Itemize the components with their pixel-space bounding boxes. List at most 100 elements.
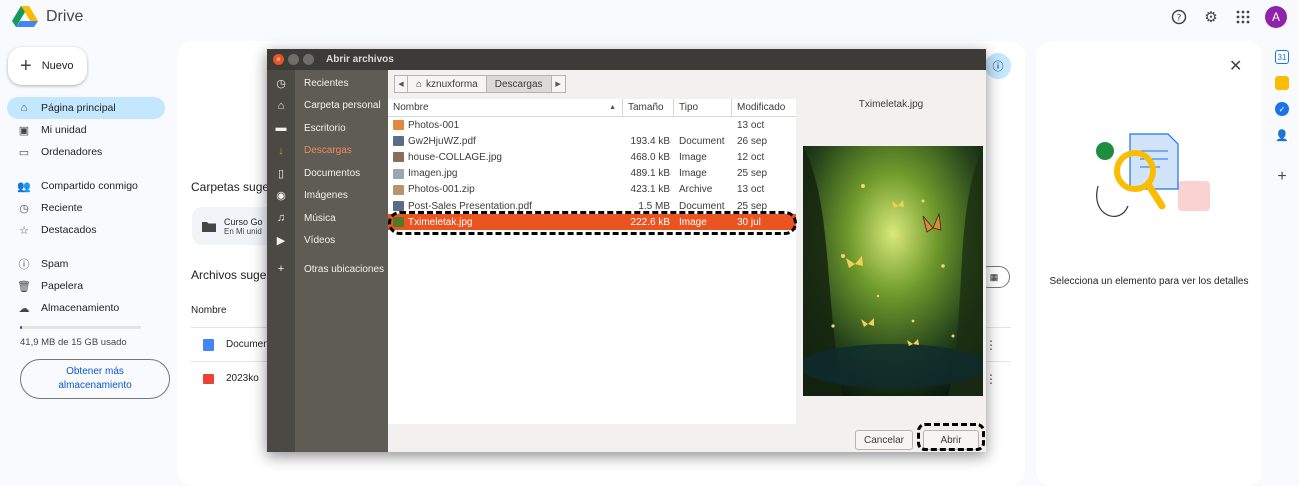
- file-row[interactable]: Gw2HjuWZ.pdf 193.4 kB Document 26 sep: [388, 133, 796, 149]
- sidebar-item-trash[interactable]: 🗑 Papelera: [7, 275, 165, 297]
- sidebar-item-label: Mi unidad: [41, 124, 87, 136]
- help-icon[interactable]: ?: [1169, 7, 1189, 27]
- file-size: 1.5 MB: [638, 200, 670, 212]
- sidebar-item-computers[interactable]: ▭ Ordenadores: [7, 141, 165, 163]
- sidebar-item-recent[interactable]: ◷ Reciente: [7, 197, 165, 219]
- file-name: Imagen.jpg: [408, 168, 458, 180]
- path-button-home[interactable]: ⌂ kznuxforma: [408, 75, 487, 93]
- sidebar-item-home[interactable]: ⌂ Página principal: [7, 97, 165, 119]
- file-type: Image: [679, 168, 707, 180]
- tasks-icon[interactable]: ✓: [1275, 102, 1289, 116]
- place-item[interactable]: ↓ Descargas: [267, 140, 388, 163]
- file-modified: 13 oct: [737, 119, 765, 131]
- image-icon: [393, 168, 404, 179]
- dialog-footer: Cancelar Abrir: [388, 424, 986, 452]
- addons-rail: 31 ✓ 👤 +: [1270, 50, 1294, 185]
- sidebar-item-spam[interactable]: ⓘ Spam: [7, 253, 165, 275]
- file-row[interactable]: Post-Sales Presentation.pdf 1.5 MB Documen…: [388, 198, 796, 214]
- column-header-type[interactable]: Tipo: [674, 99, 732, 116]
- file-row[interactable]: Photos-001.zip 423.1 kB Archive 13 oct: [388, 182, 796, 198]
- calendar-icon[interactable]: 31: [1275, 50, 1289, 64]
- sidebar-item-label: Reciente: [41, 202, 83, 214]
- open-button[interactable]: Abrir: [923, 430, 979, 450]
- place-item[interactable]: ▯ Documentos: [267, 162, 388, 185]
- file-size: 489.1 kB: [630, 168, 670, 180]
- sidebar-item-starred[interactable]: ☆ Destacados: [7, 219, 165, 241]
- new-button[interactable]: + Nuevo: [8, 47, 87, 85]
- suggested-folders-title: Carpetas suge: [191, 180, 270, 194]
- sidebar-item-storage[interactable]: ☁ Almacenamiento: [7, 297, 165, 319]
- file-row[interactable]: Tximeletak.jpg 222.6 kB Image 30 jul: [388, 214, 796, 231]
- place-label: Escritorio: [304, 122, 346, 134]
- path-scroll-left-icon[interactable]: ◀: [394, 75, 408, 93]
- file-size-cell: 423.1 kB: [623, 182, 674, 198]
- sidebar-item-shared[interactable]: 👥 Compartido conmigo: [7, 175, 165, 197]
- path-button-current[interactable]: Descargas: [486, 75, 552, 93]
- file-name: Photos-001: [408, 119, 460, 131]
- camera-icon: ◉: [276, 190, 286, 203]
- sidebar-item-label: Almacenamiento: [41, 302, 120, 314]
- more-options-icon[interactable]: ⋮: [985, 372, 997, 386]
- contacts-icon[interactable]: 👤: [1275, 128, 1289, 142]
- close-icon[interactable]: ✕: [1229, 56, 1242, 76]
- file-name: Gw2HjuWZ.pdf: [408, 135, 476, 147]
- file-modified-cell: 30 jul: [732, 214, 796, 230]
- settings-icon[interactable]: ⚙: [1201, 7, 1221, 27]
- folder-card-location: En Mi unid: [224, 226, 262, 236]
- column-header-name[interactable]: Nombre: [191, 305, 227, 316]
- drive-logo-icon: [12, 6, 38, 27]
- cancel-button[interactable]: Cancelar: [855, 430, 913, 450]
- archive-icon: [393, 184, 404, 195]
- column-header-modified[interactable]: Modificado: [732, 99, 796, 116]
- place-item[interactable]: ⌂ Carpeta personal: [267, 95, 388, 118]
- path-scroll-right-icon[interactable]: ▶: [551, 75, 566, 93]
- file-type-cell: [674, 117, 732, 133]
- more-options-icon[interactable]: ⋮: [985, 338, 997, 352]
- sidebar-item-label: Papelera: [41, 280, 84, 292]
- plus-icon: +: [20, 55, 32, 77]
- place-label: Otras ubicaciones: [304, 263, 385, 275]
- storage-bar: [20, 326, 141, 329]
- file-size: 468.0 kB: [630, 151, 670, 163]
- window-close-icon[interactable]: ×: [273, 54, 284, 65]
- info-icon[interactable]: ⓘ: [985, 53, 1011, 79]
- drive-logo[interactable]: Drive: [12, 6, 83, 28]
- apps-grid-icon[interactable]: [1233, 7, 1253, 27]
- folder-icon: [202, 221, 216, 232]
- file-row[interactable]: Imagen.jpg 489.1 kB Image 25 sep: [388, 166, 796, 182]
- place-item[interactable]: ▶ Vídeos: [267, 230, 388, 253]
- place-label: Descargas: [304, 145, 352, 157]
- column-header-size[interactable]: Tamaño: [623, 99, 674, 116]
- file-modified-cell: 13 oct: [732, 182, 796, 198]
- file-row[interactable]: Photos-001 13 oct: [388, 117, 796, 133]
- document-icon: [393, 201, 404, 212]
- sidebar-item-label: Destacados: [41, 224, 97, 236]
- place-item[interactable]: + Otras ubicaciones: [267, 258, 388, 281]
- file-size-cell: 489.1 kB: [623, 166, 674, 182]
- file-type-cell: Archive: [674, 182, 732, 198]
- path-button-label: kznuxforma: [426, 78, 478, 90]
- place-label: Música: [304, 212, 336, 224]
- sidebar-item-my-drive[interactable]: ▣ Mi unidad: [7, 119, 165, 141]
- document-icon: ▯: [277, 167, 285, 180]
- sidebar-item-label: Compartido conmigo: [41, 180, 138, 192]
- get-more-storage-button[interactable]: Obtener más almacenamiento: [20, 359, 170, 399]
- file-type: Document: [679, 200, 725, 212]
- place-item[interactable]: ♫ Música: [267, 207, 388, 230]
- image-icon: [393, 152, 404, 163]
- column-header-name[interactable]: Nombre ▲: [388, 99, 623, 116]
- avatar[interactable]: A: [1265, 6, 1287, 28]
- plus-icon[interactable]: +: [1275, 168, 1289, 185]
- place-item[interactable]: ◉ Imágenes: [267, 185, 388, 208]
- window-maximize-icon[interactable]: [303, 54, 314, 65]
- people-icon: 👥: [17, 180, 31, 193]
- window-minimize-icon[interactable]: [288, 54, 299, 65]
- computer-icon: ▭: [18, 146, 30, 159]
- dialog-titlebar[interactable]: × Abrir archivos: [267, 49, 986, 70]
- place-item[interactable]: ▬ Escritorio: [267, 117, 388, 140]
- app-title: Drive: [46, 8, 84, 25]
- keep-icon[interactable]: [1275, 76, 1289, 90]
- file-list-header: Nombre ▲ Tamaño Tipo Modificado: [388, 99, 796, 117]
- file-row[interactable]: house-COLLAGE.jpg 468.0 kB Image 12 oct: [388, 149, 796, 165]
- place-item[interactable]: ◷ Recientes: [267, 72, 388, 95]
